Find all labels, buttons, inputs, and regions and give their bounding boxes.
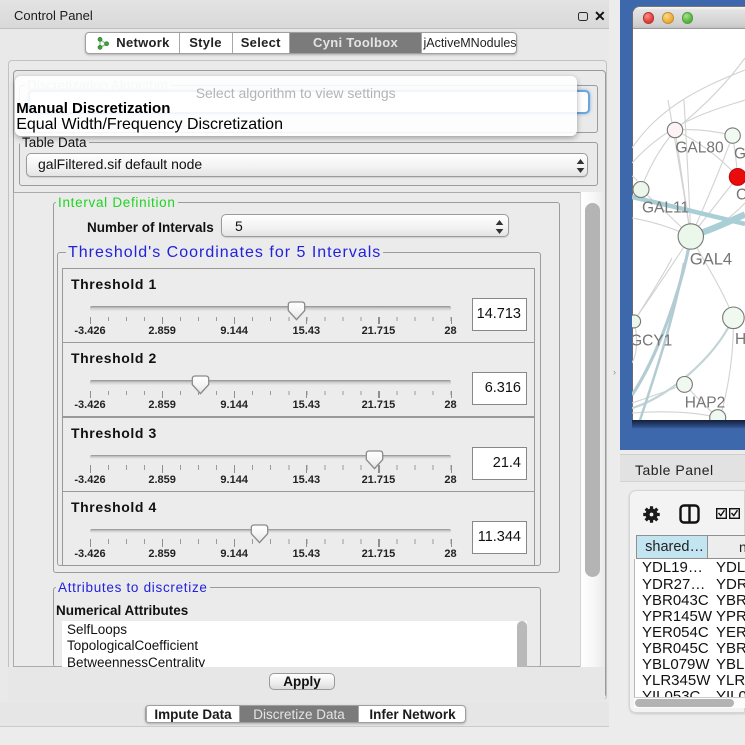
svg-text:GAL4: GAL4 <box>690 251 732 269</box>
svg-text:GCY1: GCY1 <box>632 333 672 350</box>
svg-text:GAL80: GAL80 <box>675 140 724 157</box>
svg-text:H: H <box>735 331 745 348</box>
svg-text:GA: GA <box>734 146 745 163</box>
svg-text:GAL11: GAL11 <box>642 200 689 217</box>
svg-text:HAP2: HAP2 <box>685 395 726 412</box>
svg-text:C: C <box>736 187 745 204</box>
